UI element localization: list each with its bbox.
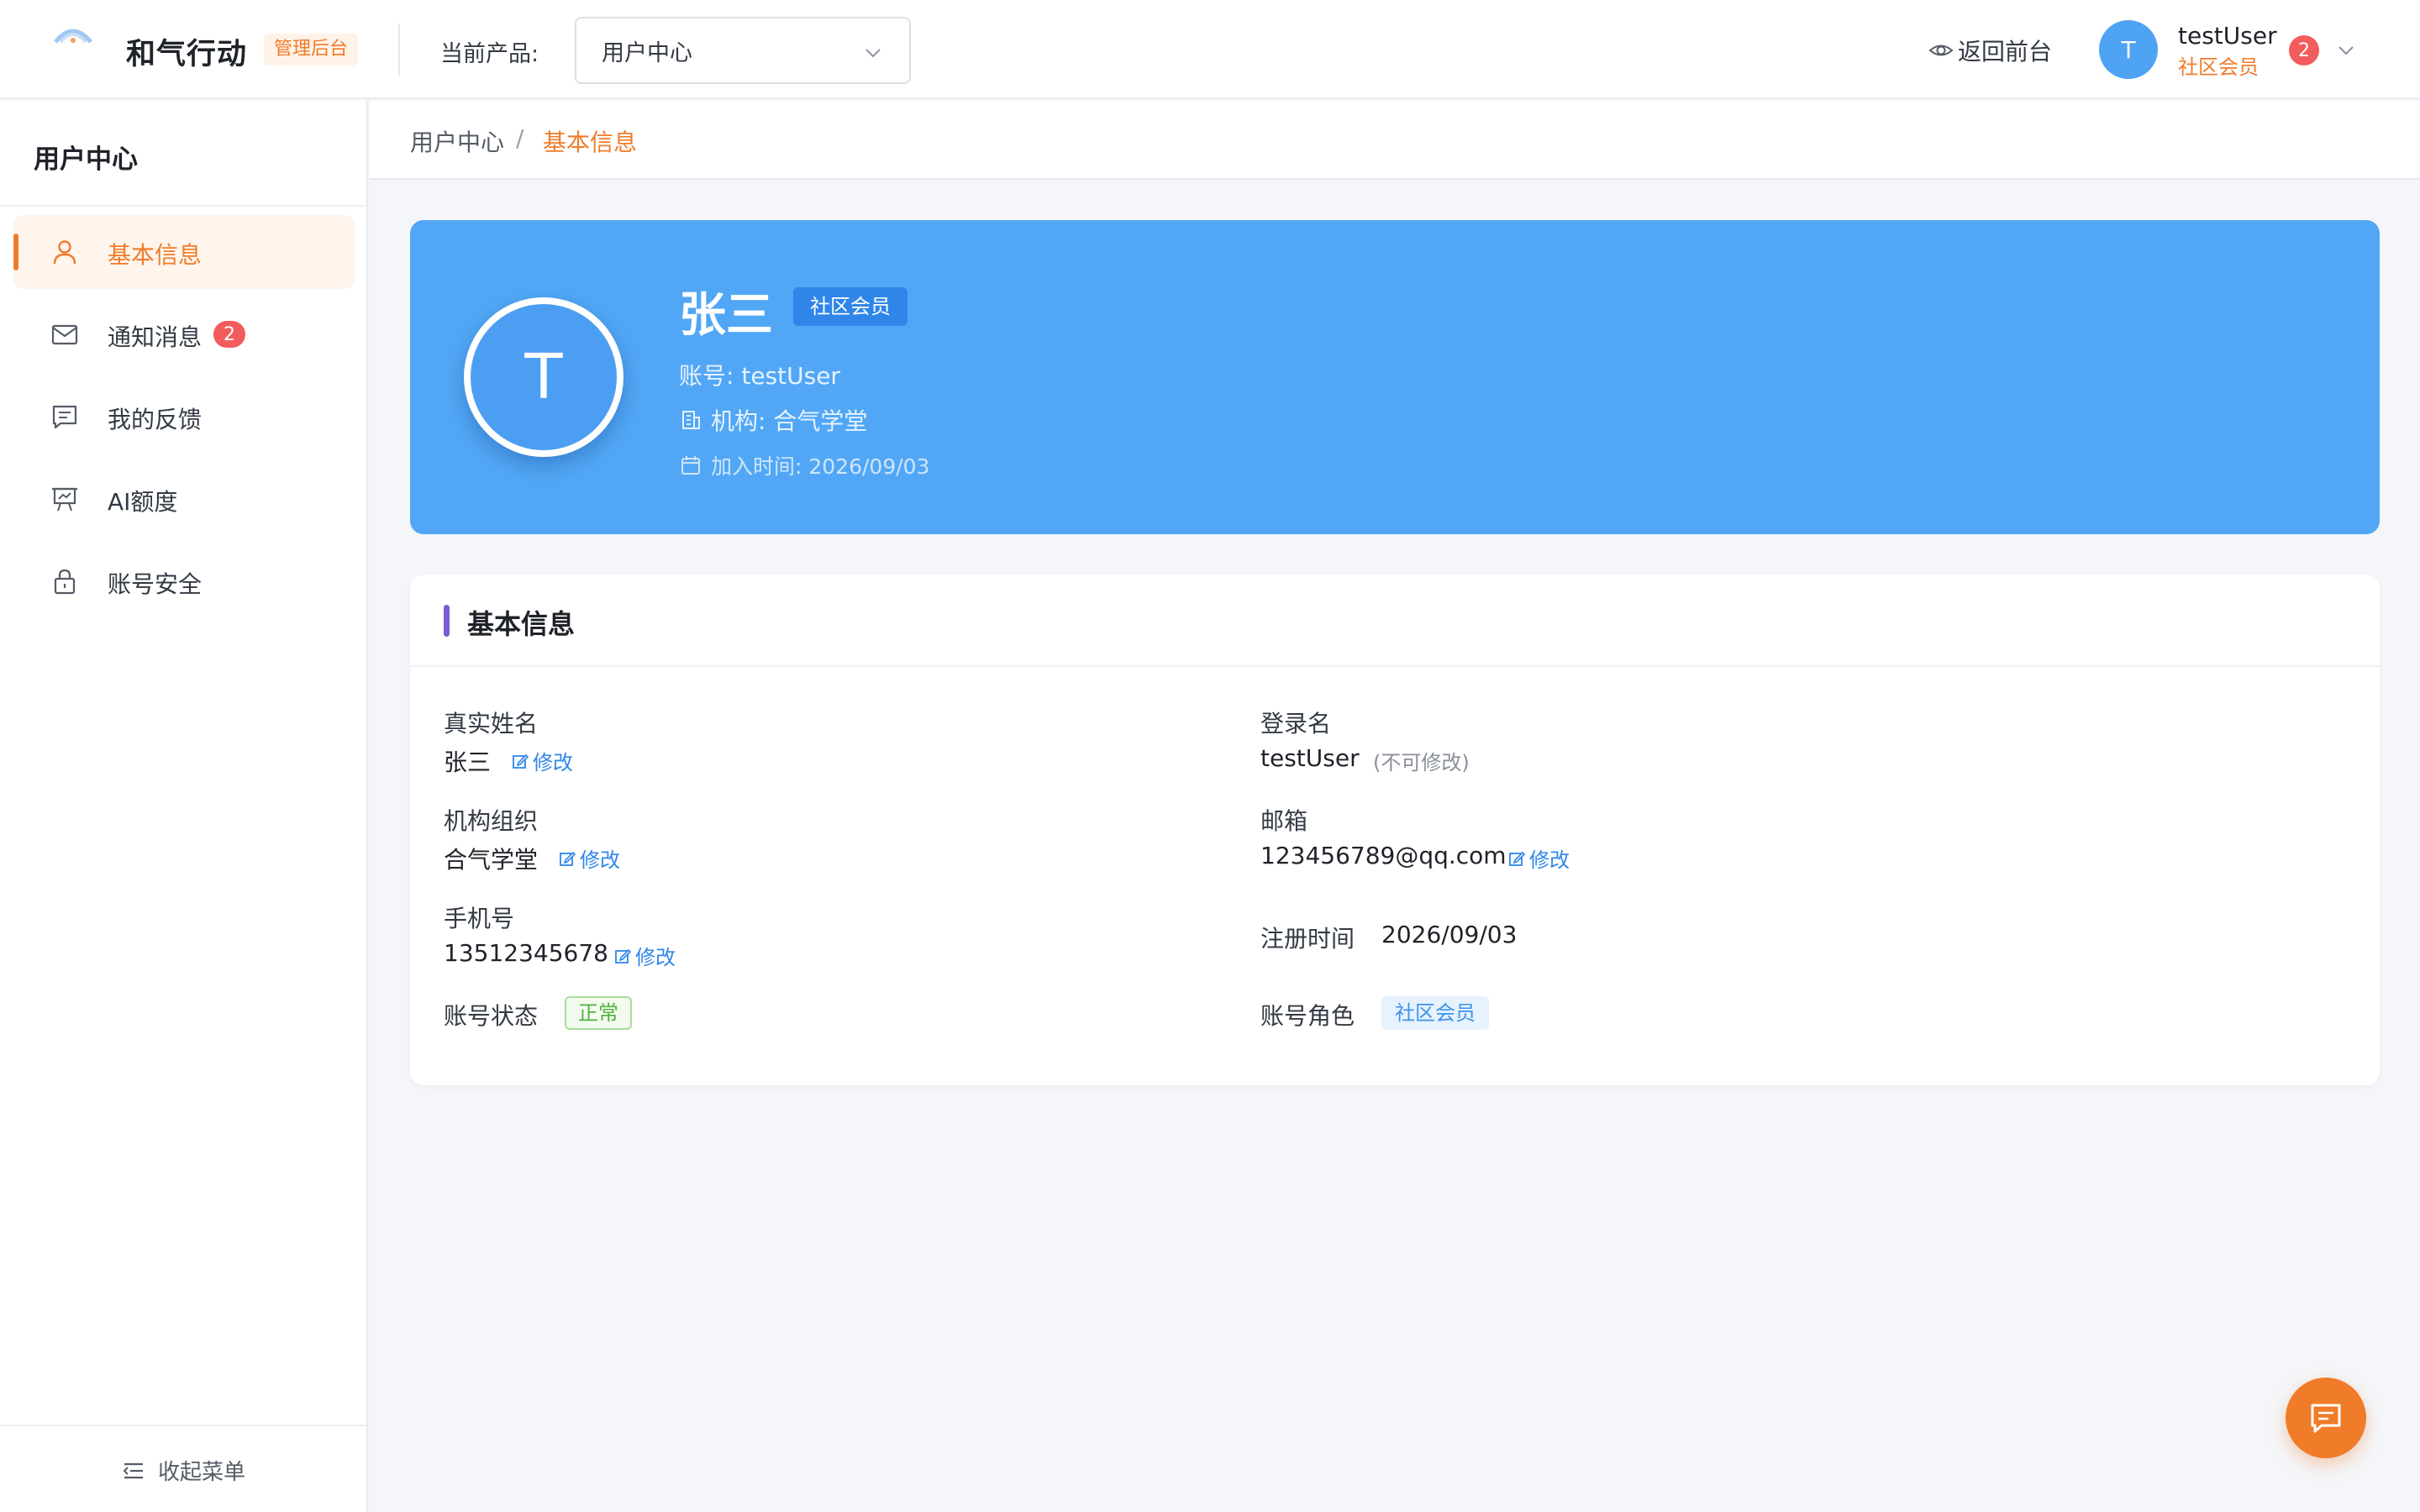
section-accent-bar [444,605,450,637]
profile-account-line: 账号: testUser [679,358,840,391]
back-to-front-label: 返回前台 [1958,38,2053,66]
collapse-menu-icon [123,1462,143,1478]
edit-icon [1509,851,1526,866]
profile-org-text: 机构: 合气学堂 [711,407,868,435]
breadcrumb-item-current: 基本信息 [543,129,638,156]
section-divider [410,665,2380,667]
sidebar-item-label: 账号安全 [108,570,203,598]
org-label: 机构组织 [444,807,539,835]
product-select[interactable]: 用户中心 [575,17,911,84]
role-badge: 社区会员 [1381,996,1489,1030]
login-name-note: (不可修改) [1373,751,1470,774]
sidebar-item-notifications[interactable]: 通知消息 2 [13,297,355,371]
edit-label: 修改 [533,751,573,774]
user-avatar[interactable]: T [2099,20,2158,79]
logo-icon[interactable] [50,24,96,49]
profile-org-line: 机构: 合气学堂 [679,403,867,437]
register-time-label: 注册时间 [1260,925,1355,953]
edit-org-button[interactable]: 修改 [558,843,620,873]
sidebar-item-label: 我的反馈 [108,406,203,433]
sidebar-divider [0,1425,366,1426]
user-icon [53,240,76,265]
real-name-value: 张三 [444,748,492,776]
phone-label: 手机号 [444,905,515,932]
calendar-icon [681,456,700,475]
phone-value: 13512345678 [444,939,608,967]
role-label: 账号角色 [1260,1002,1355,1030]
profile-role-tag: 社区会员 [793,287,908,326]
profile-name: 张三 [679,288,773,343]
profile-joined-line: 加入时间: 2026/09/03 [679,450,929,480]
edit-icon [615,948,632,963]
breadcrumb-item-user-center[interactable]: 用户中心 [410,124,504,158]
org-value: 合气学堂 [444,846,539,874]
edit-label: 修改 [1529,848,1570,872]
notification-count-badge: 2 [213,321,245,348]
eye-icon [1928,45,1954,56]
sidebar-item-account-security[interactable]: 账号安全 [13,544,355,618]
email-value: 123456789@qq.com [1260,842,1507,869]
section-title: 基本信息 [467,608,576,640]
login-name-value: testUser [1260,744,1360,772]
app-name[interactable]: 和气行动 [126,30,247,73]
chevron-down-icon[interactable] [2336,40,2356,60]
sidebar-item-ai-quota[interactable]: AI额度 [13,462,355,536]
top-header: 和气行动 管理后台 当前产品: 用户中心 返回前台 T testUser 社区会… [0,0,2420,99]
user-role: 社区会员 [2178,55,2259,79]
edit-icon [513,753,529,769]
sidebar-item-feedback[interactable]: 我的反馈 [13,380,355,454]
profile-account-text: 账号: testUser [679,362,840,390]
chat-icon [2311,1404,2341,1433]
product-label: 当前产品: [440,41,539,67]
collapse-menu-button[interactable]: 收起菜单 [121,1455,245,1486]
status-label: 账号状态 [444,1002,539,1030]
breadcrumb-separator: / [516,124,524,152]
real-name-label: 真实姓名 [444,710,539,738]
header-divider [398,24,400,76]
edit-label: 修改 [580,848,620,872]
notification-badge[interactable]: 2 [2289,35,2319,66]
feedback-icon [52,405,77,429]
user-name[interactable]: testUser [2178,22,2277,50]
edit-label: 修改 [635,946,676,969]
profile-avatar: T [464,297,623,457]
product-select-value: 用户中心 [602,39,692,66]
login-name-label: 登录名 [1260,710,1332,738]
sidebar: 用户中心 基本信息 通知消息 2 我的反馈 AI额度 账号安全 收起菜单 [0,101,368,1512]
profile-banner: T 张三 社区会员 账号: testUser 机构: 合气学堂 加入时间: 20… [410,220,2380,534]
presentation-icon [52,487,77,512]
collapse-menu-label: 收起菜单 [158,1460,246,1485]
basic-info-card: 基本信息 真实姓名 张三 修改 机构组织 合气学堂 修改 手机号 1351234… [410,575,2380,1085]
register-time-value: 2026/09/03 [1381,921,1518,948]
sidebar-item-basic-info[interactable]: 基本信息 [13,215,355,289]
edit-email-button[interactable]: 修改 [1507,843,1570,873]
chevron-down-icon [865,49,881,58]
mail-icon [51,324,78,345]
back-to-front-button[interactable]: 返回前台 [1928,34,2052,67]
sidebar-item-label: 通知消息 [108,323,203,351]
edit-real-name-button[interactable]: 修改 [511,746,573,775]
email-label: 邮箱 [1260,807,1308,835]
profile-joined-text: 加入时间: 2026/09/03 [711,454,930,479]
chat-fab-button[interactable] [2286,1378,2366,1458]
sidebar-item-label: 基本信息 [108,241,203,269]
lock-icon [54,569,76,595]
status-badge: 正常 [565,996,632,1030]
building-icon [682,411,700,429]
breadcrumb: 用户中心 / 基本信息 [370,101,2420,180]
edit-icon [560,851,576,866]
sidebar-title: 用户中心 [34,144,138,175]
sidebar-item-label: AI额度 [108,488,178,516]
edit-phone-button[interactable]: 修改 [613,941,676,970]
sidebar-divider [0,205,366,207]
admin-badge: 管理后台 [264,34,359,66]
